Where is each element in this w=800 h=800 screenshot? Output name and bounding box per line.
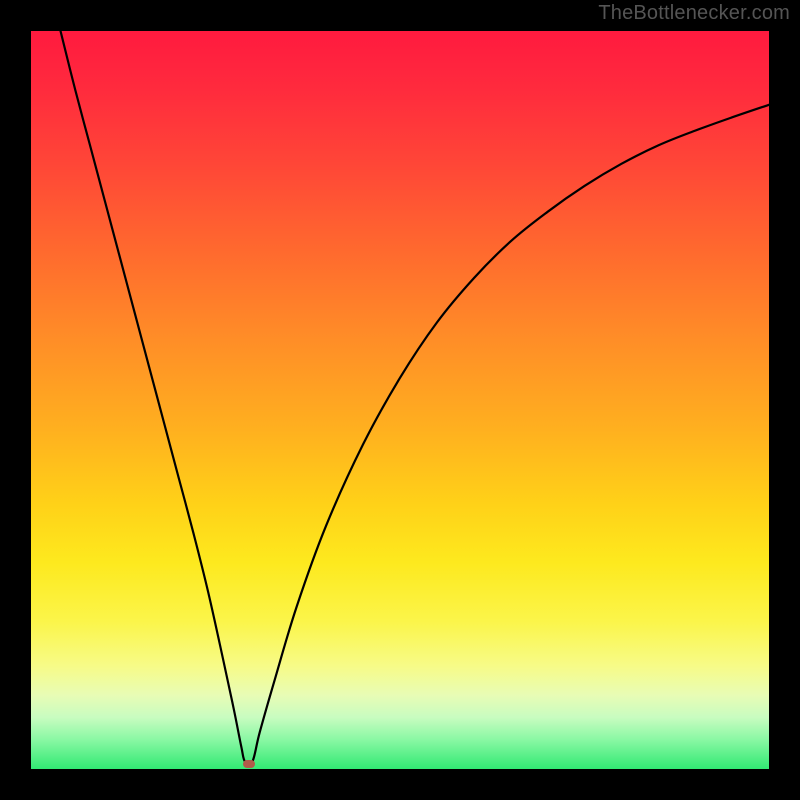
bottleneck-curve (31, 31, 769, 769)
chart-frame: TheBottlenecker.com (0, 0, 800, 800)
plot-area (30, 30, 770, 770)
optimum-marker (243, 760, 255, 768)
attribution-text: TheBottlenecker.com (598, 2, 790, 25)
